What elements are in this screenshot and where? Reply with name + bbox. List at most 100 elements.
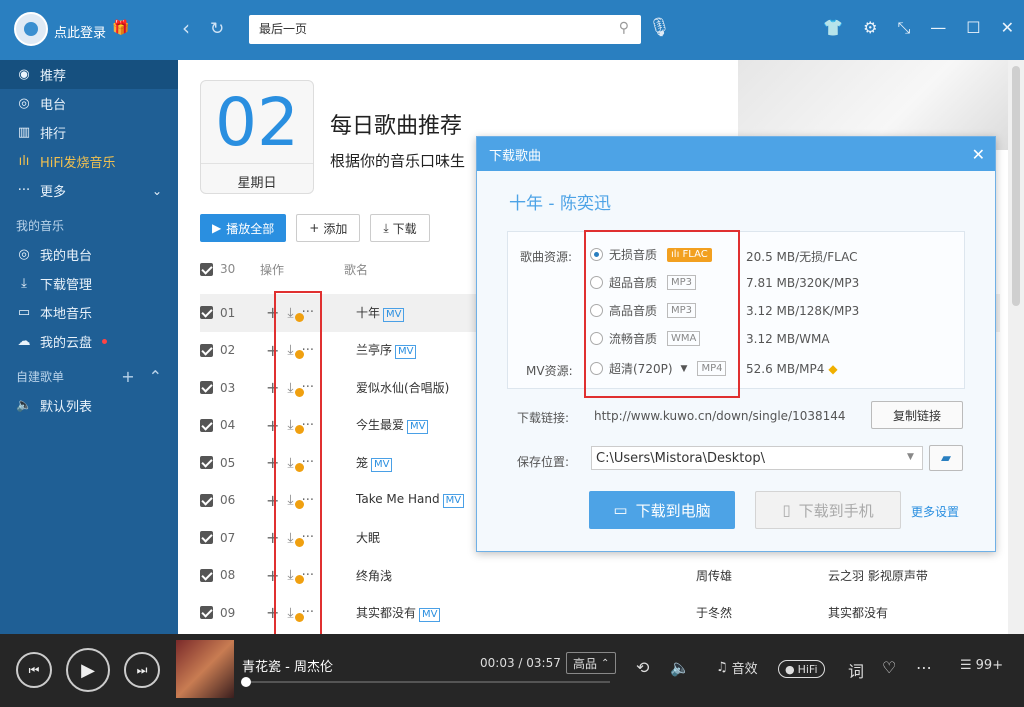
row-number: 03	[220, 380, 236, 395]
download-to-phone-button[interactable]: ▯ 下载到手机	[755, 491, 901, 529]
action-bar: ▶ 播放全部 + 添加 ⤓ 下载	[200, 214, 430, 242]
sidebar-item-default-list[interactable]: 🔈 默认列表	[0, 391, 178, 420]
row-checkbox[interactable]	[200, 606, 213, 619]
dot-icon: ●	[785, 662, 795, 676]
sidebar-item-my-radio[interactable]: ◎ 我的电台	[0, 240, 178, 269]
song-artist[interactable]: 周传雄	[696, 567, 732, 584]
minimize-icon[interactable]: —	[930, 18, 946, 38]
login-link[interactable]: 点此登录	[54, 22, 106, 41]
gear-icon[interactable]: ⚙	[863, 18, 877, 38]
hifi-toggle[interactable]: ● HiFi	[778, 660, 825, 678]
download-button[interactable]: ⤓ 下载	[370, 214, 430, 242]
more-icon[interactable]: ⋯	[916, 658, 932, 677]
row-number: 04	[220, 418, 236, 433]
chart-icon: ▥	[17, 125, 31, 140]
hifi-wave-icon: ılı	[18, 154, 30, 169]
mv-badge[interactable]: MV	[419, 607, 441, 622]
progress-bar[interactable]	[241, 677, 610, 687]
sidebar-item-recommend[interactable]: ◉ 推荐	[0, 60, 178, 89]
row-checkbox[interactable]	[200, 456, 213, 469]
gift-icon[interactable]: 🎁	[112, 20, 129, 36]
play-all-button[interactable]: ▶ 播放全部	[200, 214, 287, 242]
song-name[interactable]: 终角浅	[356, 567, 706, 584]
song-artist[interactable]: 于冬然	[696, 604, 732, 621]
chevron-up-icon: ⌃	[601, 657, 610, 669]
search-box: ⚲	[249, 15, 641, 44]
song-album[interactable]: 其实都没有	[828, 604, 888, 621]
now-playing-title: 青花瓷 - 周杰伦	[242, 660, 333, 675]
collapse-icon[interactable]: ⌃	[149, 367, 162, 386]
sound-effect-button[interactable]: ♫ 音效	[716, 658, 758, 677]
skin-icon[interactable]: 👕	[823, 18, 843, 38]
kuwo-logo[interactable]	[14, 12, 48, 46]
sidebar-item-download-manager[interactable]: ⤓ 下载管理	[0, 269, 178, 298]
album-cover[interactable]	[176, 640, 234, 698]
previous-icon[interactable]: ⏮	[16, 652, 52, 688]
refresh-icon[interactable]: ↻	[210, 19, 224, 39]
scrollbar-thumb[interactable]	[1012, 66, 1020, 306]
row-checkbox[interactable]	[200, 531, 213, 544]
playlist-icon: ☰	[960, 658, 972, 673]
highlight-box-ops	[274, 291, 322, 636]
row-checkbox[interactable]	[200, 381, 213, 394]
row-checkbox[interactable]	[200, 343, 213, 357]
maximize-icon[interactable]: ☐	[966, 18, 980, 38]
sidebar-item-chart[interactable]: ▥ 排行	[0, 118, 178, 147]
back-icon[interactable]: ‹	[182, 16, 190, 40]
scrollbar[interactable]	[1008, 60, 1024, 634]
sidebar-item-radio[interactable]: ◎ 电台	[0, 89, 178, 118]
row-checkbox[interactable]	[200, 418, 213, 432]
chevron-down-icon[interactable]: ⌄	[152, 184, 162, 198]
sidebar-item-cloud[interactable]: ☁ 我的云盘	[0, 327, 178, 356]
add-button[interactable]: + 添加	[296, 214, 361, 242]
close-icon[interactable]: ✕	[1001, 18, 1014, 38]
song-count: 30	[220, 262, 236, 276]
quality-select[interactable]: 高品 ⌃	[566, 652, 617, 674]
lyrics-icon[interactable]: 词	[848, 658, 864, 682]
mv-source-label: MV资源:	[526, 364, 573, 378]
row-checkbox[interactable]	[200, 306, 213, 319]
mv-badge[interactable]: MV	[371, 457, 393, 472]
top-bar: 点此登录 🎁 ‹ ↻ ⚲ 🎙 👕 ⚙ ⤡ — ☐ ✕	[0, 0, 1024, 60]
microphone-icon[interactable]: 🎙	[648, 17, 671, 38]
search-input[interactable]	[259, 15, 599, 42]
column-name: 歌名	[344, 262, 369, 277]
monitor-icon: ▭	[613, 501, 628, 519]
column-ops: 操作	[260, 262, 285, 277]
folder-icon[interactable]: ▰	[929, 445, 963, 471]
sidebar-item-local-music[interactable]: ▭ 本地音乐	[0, 298, 178, 327]
row-checkbox[interactable]	[200, 568, 213, 582]
mv-badge[interactable]: MV	[442, 494, 465, 509]
more-settings-link[interactable]: 更多设置	[911, 503, 959, 520]
mv-badge[interactable]: MV	[395, 345, 417, 360]
play-icon[interactable]: ▶	[66, 648, 110, 692]
playlist-button[interactable]: ☰ 99+	[960, 658, 1003, 673]
sidebar-item-more[interactable]: ··· 更多 ⌄	[0, 176, 178, 205]
song-album[interactable]: 云之羽 影视原声带	[828, 567, 928, 584]
save-path-input[interactable]	[591, 446, 923, 470]
dialog-close-icon[interactable]: ✕	[972, 145, 985, 164]
search-icon[interactable]: ⚲	[619, 20, 629, 36]
mv-badge[interactable]: MV	[407, 420, 429, 435]
plus-icon: +	[309, 221, 320, 235]
mv-badge[interactable]: MV	[383, 307, 405, 322]
add-playlist-icon[interactable]: +	[121, 367, 134, 386]
row-number: 07	[220, 530, 236, 545]
loop-icon[interactable]: ⟲	[636, 658, 649, 677]
row-number: 01	[220, 305, 236, 320]
copy-link-button[interactable]: 复制链接	[871, 401, 963, 429]
next-icon[interactable]: ⏭	[124, 652, 160, 688]
chevron-down-icon[interactable]: ▼	[907, 452, 914, 462]
mini-mode-icon[interactable]: ⤡	[897, 18, 910, 38]
select-all-checkbox[interactable]	[200, 262, 213, 276]
sidebar-item-hifi[interactable]: ılı HiFi发烧音乐	[0, 147, 178, 176]
volume-icon[interactable]: 🔈	[670, 658, 690, 677]
song-name[interactable]: 其实都没有 MV	[356, 604, 706, 622]
row-number: 02	[220, 343, 236, 358]
row-number: 05	[220, 455, 236, 470]
row-number: 06	[220, 493, 236, 508]
download-to-pc-button[interactable]: ▭ 下载到电脑	[589, 491, 735, 529]
progress-knob[interactable]	[241, 677, 252, 687]
row-checkbox[interactable]	[200, 493, 213, 507]
heart-icon[interactable]: ♡	[882, 658, 896, 677]
